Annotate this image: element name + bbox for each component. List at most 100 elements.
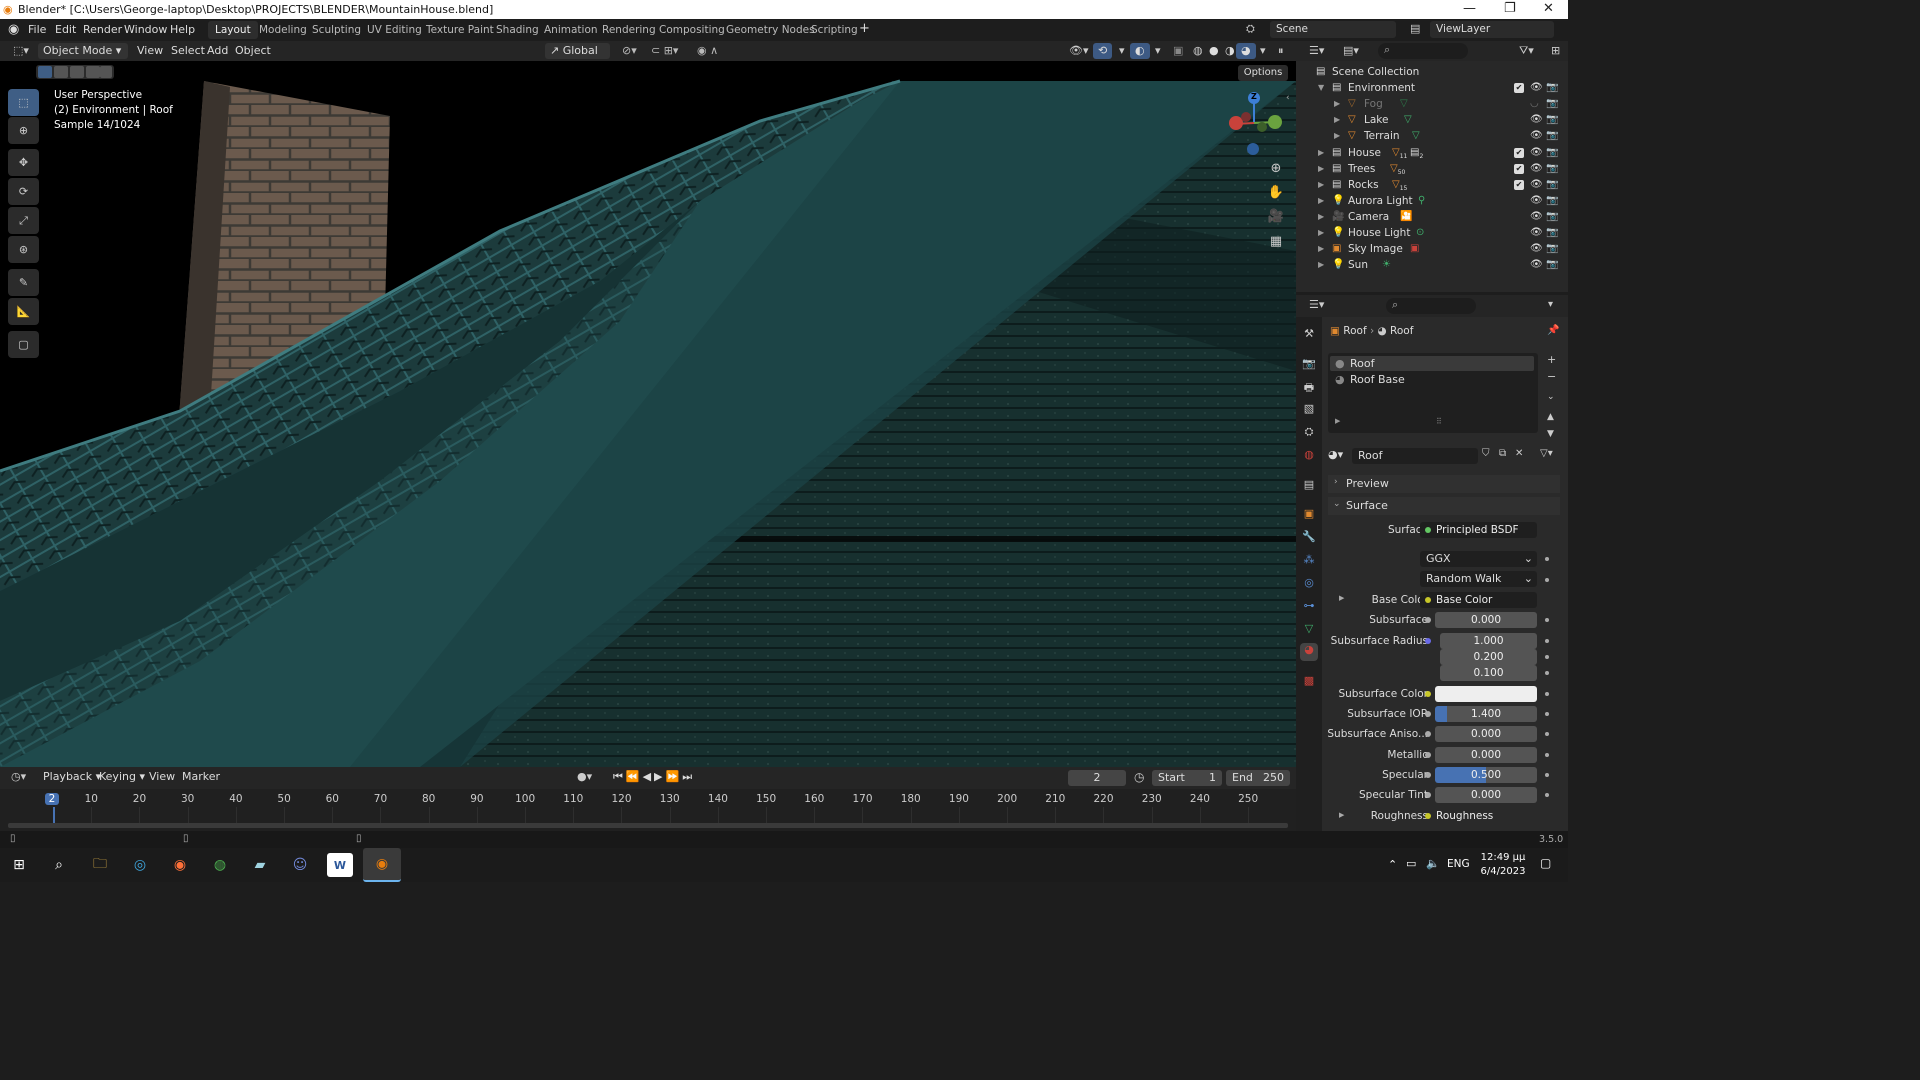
workspace-tab-sculpting[interactable]: Sculpting xyxy=(305,21,368,39)
base-color-expand-icon[interactable]: ▶ xyxy=(1339,594,1344,602)
keyframe-dot-icon[interactable] xyxy=(1545,671,1549,675)
outliner-search-icon[interactable]: ⌕ xyxy=(1378,43,1468,59)
visibility-eye-icon[interactable]: 👁 xyxy=(1530,243,1543,254)
preview-panel-header[interactable]: › Preview xyxy=(1328,475,1560,493)
socket-dot-icon[interactable] xyxy=(1425,711,1431,717)
specular-field[interactable]: 0.500 xyxy=(1435,767,1537,783)
outliner-row-aurora-light[interactable]: ▶ 💡 Aurora Light ⚲ 👁 📷 xyxy=(1296,194,1568,210)
socket-dot-icon[interactable] xyxy=(1425,792,1431,798)
render-camera-icon[interactable]: 📷 xyxy=(1546,163,1558,174)
material-slot-roof-base[interactable]: ◕ Roof Base xyxy=(1330,372,1534,387)
blender-menu-icon[interactable]: ◉ xyxy=(8,22,19,37)
subsurface-radius-z-field[interactable]: 0.100 xyxy=(1440,665,1537,681)
timeline-scrollbar[interactable] xyxy=(8,823,1288,828)
expand-arrow-icon[interactable]: ▶ xyxy=(1318,180,1324,189)
menu-render[interactable]: Render xyxy=(83,23,122,36)
outliner-display-mode-icon[interactable]: ▤▾ xyxy=(1338,43,1364,59)
render-camera-icon[interactable]: 📷 xyxy=(1546,195,1558,206)
keyframe-dot-icon[interactable] xyxy=(1545,639,1549,643)
search-icon[interactable]: ⌕ xyxy=(46,853,72,877)
exclude-checkbox[interactable]: ✔ xyxy=(1514,180,1524,190)
gizmo-toggle-icon[interactable]: ⟲ xyxy=(1093,43,1113,59)
timeline-menu-marker[interactable]: Marker xyxy=(177,769,225,785)
pin-icon[interactable]: 📌 xyxy=(1547,325,1559,336)
expand-arrow-icon[interactable]: ▶ xyxy=(1318,228,1324,237)
outliner-row-sun[interactable]: ▶ 💡 Sun ☀ 👁 📷 xyxy=(1296,258,1568,274)
move-tool-icon[interactable]: ✥ xyxy=(8,149,39,176)
playback-controls[interactable]: ⏮⏪◀▶⏩⏭ xyxy=(608,769,700,785)
zoom-icon[interactable]: ⊕ xyxy=(1266,158,1286,178)
select-box-tool-icon[interactable]: ⬚ xyxy=(8,89,39,116)
select-mode-new-icon[interactable] xyxy=(38,66,52,78)
discord-icon[interactable]: ☺ xyxy=(287,853,313,877)
outliner-row-house[interactable]: ▶ ▤ House ▽11 ▤2 ✔ 👁 📷 xyxy=(1296,146,1568,162)
outliner-row-environment[interactable]: ▼ ▤ Environment ✔ 👁 📷 xyxy=(1296,81,1568,97)
output-tab-icon[interactable]: 🖶 xyxy=(1302,379,1316,394)
subsurface-method-dropdown[interactable]: Random Walk ⌄ xyxy=(1420,571,1537,587)
keyframe-dot-icon[interactable] xyxy=(1545,692,1549,696)
fake-user-icon[interactable]: ⛉ xyxy=(1482,448,1490,459)
menu-file[interactable]: File xyxy=(28,23,46,36)
expand-arrow-icon[interactable]: ▶ xyxy=(1334,131,1340,140)
visibility-eye-icon[interactable]: 👁 xyxy=(1530,82,1543,93)
rotate-tool-icon[interactable]: ⟳ xyxy=(8,178,39,205)
overlay-toggle-icon[interactable]: ◐ xyxy=(1130,43,1150,59)
material-tab-icon[interactable]: ◕ xyxy=(1300,643,1318,661)
expand-arrow-icon[interactable]: ▼ xyxy=(1318,83,1324,92)
render-tab-icon[interactable]: 📷 xyxy=(1302,357,1316,371)
browse-material-icon[interactable]: ◕▾ xyxy=(1328,448,1343,461)
visibility-eye-icon[interactable]: 👁 xyxy=(1530,211,1543,222)
outliner-row-sky-image[interactable]: ▶ ▣ Sky Image ▣ 👁 📷 xyxy=(1296,242,1568,258)
properties-search-icon[interactable]: ⌕ xyxy=(1386,298,1476,314)
minimize-button[interactable]: — xyxy=(1463,1,1476,16)
menu-edit[interactable]: Edit xyxy=(55,23,76,36)
specular-tint-field[interactable]: 0.000 xyxy=(1435,787,1537,803)
timeline-menu-keying[interactable]: Keying ▾ xyxy=(94,769,150,785)
preview-range-icon[interactable]: ◷ xyxy=(1134,770,1144,784)
exclude-checkbox[interactable]: ✔ xyxy=(1514,164,1524,174)
3d-viewport[interactable]: ⬚ ⊕ ✥ ⟳ ⤢ ⊛ ✎ 📐 ▢ User Perspective (2) E… xyxy=(0,61,1296,767)
notifications-icon[interactable]: ▢ xyxy=(1540,856,1551,870)
viewport-menu-object[interactable]: Object xyxy=(230,43,276,59)
workspace-tab-scripting[interactable]: Scripting xyxy=(804,21,865,39)
render-camera-icon[interactable]: 📷 xyxy=(1546,98,1558,109)
outliner-editor-type-icon[interactable]: ☰▾ xyxy=(1304,43,1329,59)
new-collection-icon[interactable]: ⊞ xyxy=(1546,43,1565,59)
pause-render-icon[interactable]: ⏸ xyxy=(1273,43,1289,59)
visibility-eye-icon[interactable]: 👁 xyxy=(1530,130,1543,141)
transform-tool-icon[interactable]: ⊛ xyxy=(8,236,39,263)
mode-dropdown[interactable]: Object Mode ▾ xyxy=(38,43,128,59)
constraints-tab-icon[interactable]: ⊶ xyxy=(1302,599,1316,613)
render-camera-icon[interactable]: 📷 xyxy=(1546,147,1558,158)
editor-type-icon[interactable]: ⬚▾ xyxy=(8,43,34,59)
pivot-icon[interactable]: ⊘▾ xyxy=(617,43,642,59)
scene-icon[interactable]: ⛭ xyxy=(1246,22,1255,36)
ortho-toggle-icon[interactable]: ▦ xyxy=(1266,231,1286,251)
properties-options-icon[interactable]: ▾ xyxy=(1548,299,1553,310)
render-camera-icon[interactable]: 📷 xyxy=(1546,243,1558,254)
language-indicator[interactable]: ENG xyxy=(1447,858,1470,870)
menu-help[interactable]: Help xyxy=(170,23,195,36)
scene-tab-icon[interactable]: ⛭ xyxy=(1302,425,1316,439)
pan-hand-icon[interactable]: ✋ xyxy=(1266,182,1286,202)
auto-key-icon[interactable]: ●▾ xyxy=(572,769,597,785)
subsurface-color-swatch[interactable] xyxy=(1435,686,1537,702)
timeline-menu-view[interactable]: View xyxy=(144,769,180,785)
keyframe-dot-icon[interactable] xyxy=(1545,793,1549,797)
keyframe-dot-icon[interactable] xyxy=(1545,732,1549,736)
keyframe-dot-icon[interactable] xyxy=(1545,618,1549,622)
visibility-eye-icon[interactable]: 👁 xyxy=(1530,147,1543,158)
render-camera-icon[interactable]: 📷 xyxy=(1546,114,1558,125)
keyframe-dot-icon[interactable] xyxy=(1545,578,1549,582)
outliner-row-lake[interactable]: ▶ ▽ Lake ▽ 👁 📷 xyxy=(1296,113,1568,129)
current-frame-field[interactable]: 2 xyxy=(1068,770,1126,786)
data-tab-icon[interactable]: ▽ xyxy=(1302,622,1316,636)
blender-taskbar-icon[interactable]: ◉ xyxy=(363,848,401,882)
subsurface-ior-field[interactable]: 1.400 xyxy=(1435,706,1537,722)
end-frame-field[interactable]: End 250 xyxy=(1226,770,1290,786)
subsurface-aniso-field[interactable]: 0.000 xyxy=(1435,726,1537,742)
expand-arrow-icon[interactable]: ▶ xyxy=(1318,260,1324,269)
shading-dropdown-icon[interactable]: ▾ xyxy=(1255,43,1271,59)
scale-tool-icon[interactable]: ⤢ xyxy=(8,207,39,234)
view-layer-tab-icon[interactable]: ▧ xyxy=(1302,402,1316,416)
